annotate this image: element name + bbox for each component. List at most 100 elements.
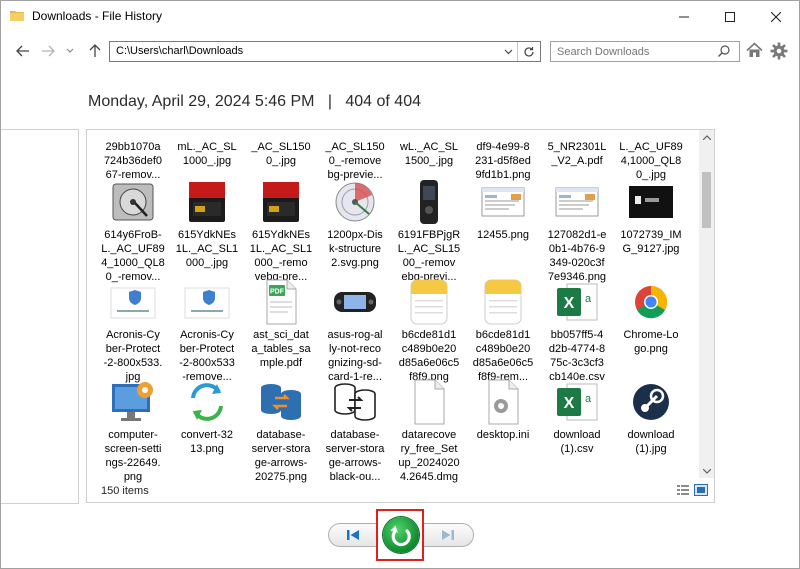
up-button[interactable] (86, 42, 104, 60)
steam-icon (627, 378, 675, 426)
scroll-down-button[interactable] (699, 464, 714, 478)
file-item[interactable]: datarecove ry_free_Set up_2024020 4.2645… (391, 378, 467, 484)
file-name: b6cde81d1 c489b0e20 d85a6e06c5 f8f9-rem.… (472, 329, 534, 383)
file-item[interactable]: Acronis-Cy ber-Protect -2-800x533. jpg (95, 278, 171, 384)
details-view-icon[interactable] (676, 484, 690, 496)
previous-version-button[interactable] (342, 527, 364, 543)
file-name: download (1).csv (553, 429, 601, 455)
scroll-thumb[interactable] (702, 172, 711, 228)
file-item[interactable]: _AC_SL150 0_-remove bg-previe... (317, 130, 393, 182)
svg-text:X: X (564, 295, 575, 312)
chrome-icon (627, 278, 675, 326)
minimize-icon (679, 16, 689, 17)
refresh-icon (524, 46, 534, 57)
file-item[interactable]: b6cde81d1 c489b0e20 d85a6e06c5 f8f9.png (391, 278, 467, 384)
file-name: database- server-stora ge-arrows- black-… (325, 429, 385, 483)
file-item[interactable]: Acronis-Cy ber-Protect -2-800x533 -remov… (169, 278, 245, 384)
file-name: 615YdkNEs 1L._AC_SL1 000_.jpg (175, 229, 239, 269)
address-bar[interactable]: C:\Users\charl\Downloads (109, 41, 541, 62)
vertical-scrollbar[interactable] (699, 130, 714, 478)
file-item[interactable]: 615YdkNEs 1L._AC_SL1 000_-remo vebg-pre.… (243, 178, 319, 284)
file-item[interactable]: 614y6FroB- L._AC_UF89 4_1000_QL8 0_-remo… (95, 178, 171, 284)
home-icon[interactable] (746, 42, 763, 59)
scroll-up-button[interactable] (699, 130, 714, 144)
header-separator: | (327, 93, 333, 110)
file-item[interactable]: 615YdkNEs 1L._AC_SL1 000_.jpg (169, 178, 245, 270)
file-item[interactable]: L._AC_UF89 4,1000_QL8 0_.jpg (613, 130, 689, 182)
file-item[interactable]: download (1).jpg (613, 378, 689, 456)
file-name: _AC_SL150 0_-remove bg-previe... (325, 141, 385, 181)
screenshot-icon (553, 178, 601, 226)
file-item[interactable]: PDF ast_sci_dat a_tables_sa mple.pdf (243, 278, 319, 370)
large-icons-view-icon[interactable] (694, 484, 708, 496)
file-item[interactable]: Chrome-Lo go.png (613, 278, 689, 356)
file-item[interactable]: convert-32 13.png (169, 378, 245, 456)
file-item[interactable]: 5_NR2301L _V2_A.pdf (539, 130, 615, 168)
recent-locations-button[interactable] (61, 42, 79, 60)
view-toggle (676, 484, 708, 496)
folder-app-icon (10, 11, 24, 21)
file-item[interactable]: b6cde81d1 c489b0e20 d85a6e06c5 f8f9-rem.… (465, 278, 541, 384)
maximize-button[interactable] (707, 1, 753, 32)
search-icon (718, 45, 730, 57)
file-name: b6cde81d1 c489b0e20 d85a6e06c5 f8f9.png (398, 329, 460, 383)
screenshot-icon (479, 178, 527, 226)
file-name: 1072739_IM G_9127.jpg (620, 229, 682, 255)
previous-version-pane[interactable] (1, 129, 79, 504)
file-name: convert-32 13.png (181, 429, 233, 455)
file-item[interactable]: computer- screen-setti ngs-22649. png (95, 378, 171, 484)
file-name: Acronis-Cy ber-Protect -2-800x533 -remov… (179, 329, 235, 383)
svg-text:a: a (585, 293, 592, 305)
close-button[interactable] (753, 1, 799, 32)
back-button[interactable] (14, 42, 32, 60)
chevron-down-icon (66, 48, 74, 53)
file-name: 5_NR2301L _V2_A.pdf (547, 141, 607, 167)
file-item[interactable]: 127082d1-e 0b1-4b76-9 349-020c3f 7e9346.… (539, 178, 615, 284)
file-name: computer- screen-setti ngs-22649. png (104, 429, 162, 483)
gear-icon[interactable] (770, 42, 788, 60)
file-item[interactable]: 1200px-Dis k-structure 2.svg.png (317, 178, 393, 270)
file-item[interactable]: df9-4e99-8 231-d5f8ed 9fd1b1.png (465, 130, 541, 182)
file-name: 615YdkNEs 1L._AC_SL1 000_-remo vebg-pre.… (249, 229, 313, 283)
file-name: 12455.png (477, 229, 529, 241)
file-item[interactable]: Xa bb057ff5-4 d2b-4774-8 75c-3c3cf3 cb140… (539, 278, 615, 384)
restore-button[interactable] (383, 517, 419, 553)
forward-button[interactable] (39, 42, 57, 60)
file-item[interactable]: wL._AC_SL 1500_.jpg (391, 130, 467, 168)
disk-structure-icon (331, 178, 379, 226)
file-list-pane[interactable]: 29bb1070a 724b36def0 67-remov... mL._AC_S… (86, 129, 715, 503)
file-name: download (1).jpg (627, 429, 675, 455)
file-name: ast_sci_dat a_tables_sa mple.pdf (251, 329, 311, 369)
minimize-button[interactable] (661, 1, 707, 32)
recorder-icon (405, 178, 453, 226)
file-item[interactable]: 12455.png (465, 178, 541, 242)
file-name: mL._AC_SL 1000_.jpg (177, 141, 237, 167)
backup-date-header: Monday, April 29, 2024 5:46 PM | 404 of … (88, 93, 421, 111)
file-item[interactable]: _AC_SL150 0_.jpg (243, 130, 319, 168)
file-item[interactable]: desktop.ini (465, 378, 541, 442)
file-name: df9-4e99-8 231-d5f8ed 9fd1b1.png (475, 141, 531, 181)
file-item[interactable]: database- server-stora ge-arrows- black-… (317, 378, 393, 484)
file-name: 6191FBPjgR L._AC_SL15 00_-remov ebg-prev… (397, 229, 461, 283)
next-version-button[interactable] (437, 527, 459, 543)
file-name: database- server-stora ge-arrows- 20275.… (251, 429, 311, 483)
refresh-button[interactable] (517, 42, 540, 61)
backup-date: Monday, April 29, 2024 5:46 PM (88, 93, 315, 110)
version-count: 404 of 404 (345, 93, 421, 110)
file-name: asus-rog-al ly-not-reco gnizing-sd- card… (327, 329, 383, 383)
file-item[interactable]: Xa download (1).csv (539, 378, 615, 456)
file-item[interactable]: asus-rog-al ly-not-reco gnizing-sd- card… (317, 278, 393, 384)
file-item[interactable]: 1072739_IM G_9127.jpg (613, 178, 689, 256)
convert-icon (183, 378, 231, 426)
search-input[interactable] (550, 41, 740, 62)
database-outline-icon (331, 378, 379, 426)
file-item[interactable]: 6191FBPjgR L._AC_SL15 00_-remov ebg-prev… (391, 178, 467, 284)
file-item[interactable]: mL._AC_SL 1000_.jpg (169, 130, 245, 168)
file-item[interactable]: database- server-stora ge-arrows- 20275.… (243, 378, 319, 484)
address-dropdown-button[interactable] (500, 43, 516, 60)
file-history-window: Downloads - File History C:\Users\charl\… (0, 0, 800, 569)
file-name: 614y6FroB- L._AC_UF89 4_1000_QL8 0_-remo… (101, 229, 165, 283)
file-item[interactable]: 29bb1070a 724b36def0 67-remov... (95, 130, 171, 182)
sd-card-icon (257, 178, 305, 226)
address-path: C:\Users\charl\Downloads (116, 45, 244, 57)
